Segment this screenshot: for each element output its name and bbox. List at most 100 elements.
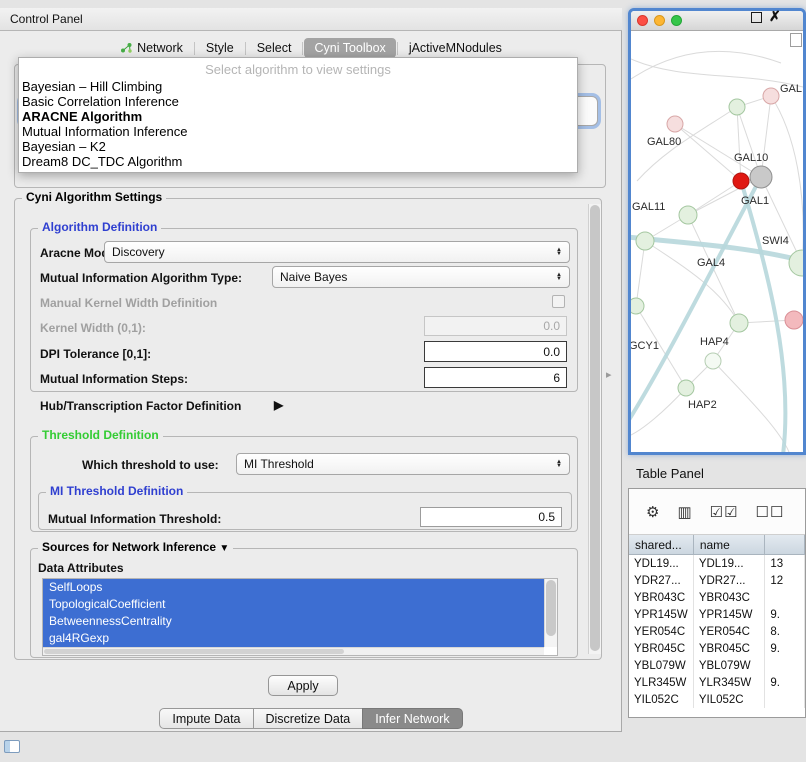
bottom-tab-impute-data[interactable]: Impute Data bbox=[159, 708, 253, 729]
table-cell bbox=[765, 657, 805, 674]
graph-node[interactable] bbox=[631, 298, 644, 314]
graph-node[interactable] bbox=[729, 99, 745, 115]
graph-node-label: GCY1 bbox=[631, 340, 659, 352]
tab-network[interactable]: Network bbox=[110, 38, 193, 58]
algorithm-option[interactable]: Dream8 DC_TDC Algorithm bbox=[19, 154, 577, 169]
tab-style[interactable]: Style bbox=[196, 38, 244, 58]
table-row[interactable]: YPR145WYPR145W9. bbox=[629, 606, 805, 623]
algorithm-popup-prompt: Select algorithm to view settings bbox=[19, 61, 577, 79]
graph-node[interactable] bbox=[679, 206, 697, 224]
apply-button[interactable]: Apply bbox=[268, 675, 338, 696]
mi-steps-input[interactable] bbox=[424, 367, 567, 388]
graph-node[interactable] bbox=[678, 380, 694, 396]
attribute-item[interactable]: SelfLoops bbox=[43, 579, 544, 596]
graph-node[interactable] bbox=[636, 232, 654, 250]
graph-node[interactable] bbox=[785, 311, 803, 329]
which-threshold-select[interactable]: MI Threshold ▲▼ bbox=[236, 453, 570, 475]
graph-edge-highlighted bbox=[741, 181, 785, 452]
table-row[interactable]: YBL079WYBL079W bbox=[629, 657, 805, 674]
table-row[interactable]: YDR27...YDR27...12 bbox=[629, 572, 805, 589]
aracne-mode-select[interactable]: Discovery ▲▼ bbox=[104, 241, 570, 263]
mi-steps-label: Mutual Information Steps: bbox=[40, 372, 188, 386]
threshold-group-title: Threshold Definition bbox=[38, 429, 163, 442]
table-cell: YBR043C bbox=[629, 589, 694, 606]
mi-type-select[interactable]: Naive Bayes ▲▼ bbox=[272, 266, 570, 288]
graph-node-label: GAL10 bbox=[734, 152, 768, 164]
attribute-list-vscrollbar[interactable] bbox=[544, 579, 557, 647]
dpi-tolerance-input[interactable] bbox=[424, 341, 567, 362]
algorithm-option[interactable]: Bayesian – Hill Climbing bbox=[19, 79, 577, 94]
manual-kernel-checkbox[interactable] bbox=[552, 295, 565, 308]
bottom-tab-infer-network[interactable]: Infer Network bbox=[362, 708, 462, 729]
columns-icon[interactable]: ▥ bbox=[677, 503, 692, 521]
select-all-columns-icon[interactable]: ☑☑ bbox=[710, 503, 739, 521]
panel-splitter-arrow[interactable]: ▸ bbox=[606, 368, 612, 381]
graph-edge bbox=[631, 388, 686, 435]
table-cell: 8. bbox=[765, 623, 805, 640]
tab-cyni-toolbox[interactable]: Cyni Toolbox bbox=[304, 38, 395, 58]
table-row[interactable]: YBR043CYBR043C bbox=[629, 589, 805, 606]
table-row[interactable]: YLR345WYLR345W9. bbox=[629, 674, 805, 691]
gear-icon[interactable]: ⚙ bbox=[646, 503, 660, 521]
table-cell bbox=[765, 691, 805, 708]
graph-node[interactable] bbox=[667, 116, 683, 132]
algorithm-option[interactable]: Mutual Information Inference bbox=[19, 124, 577, 139]
close-icon[interactable]: ✗ bbox=[769, 8, 781, 25]
graph-node[interactable] bbox=[763, 88, 779, 104]
control-panel-titlebar[interactable]: Control Panel bbox=[0, 8, 622, 31]
hub-definition-label[interactable]: Hub/Transcription Factor Definition bbox=[40, 399, 241, 413]
hub-collapse-icon[interactable]: ▶ bbox=[274, 398, 283, 412]
close-traffic-light[interactable] bbox=[637, 15, 648, 26]
table-header-cell[interactable] bbox=[765, 535, 805, 554]
table-toolbar: ⚙ ▥ ☑☑ ☐☐ bbox=[629, 489, 805, 535]
kernel-width-input[interactable] bbox=[424, 316, 567, 336]
table-row[interactable]: YIL052CYIL052C bbox=[629, 691, 805, 708]
table-cell: YIL052C bbox=[629, 691, 694, 708]
network-canvas[interactable]: GALGAL80GAL10GAL11GAL1SWI4GAL4GCY1HAP4HA… bbox=[631, 31, 803, 452]
sources-group-title[interactable]: Sources for Network Inference ▼ bbox=[38, 541, 233, 555]
settings-scrollbar-thumb[interactable] bbox=[590, 205, 600, 651]
docked-window-icon[interactable] bbox=[4, 740, 20, 753]
tab-jactivemnodules[interactable]: jActiveMNodules bbox=[399, 38, 512, 58]
attribute-list-hscrollbar[interactable] bbox=[43, 647, 544, 655]
table-row[interactable]: YBR045CYBR045C9. bbox=[629, 640, 805, 657]
graph-node-label: GAL1 bbox=[741, 195, 769, 207]
attribute-item[interactable]: BetweennessCentrality bbox=[43, 613, 544, 630]
deselect-all-columns-icon[interactable]: ☐☐ bbox=[756, 503, 785, 521]
table-header-cell[interactable]: name bbox=[694, 535, 766, 554]
mi-threshold-input[interactable] bbox=[420, 507, 562, 527]
combo-arrows-icon: ▲▼ bbox=[556, 248, 562, 257]
minimize-traffic-light[interactable] bbox=[654, 15, 665, 26]
graph-node[interactable] bbox=[733, 173, 749, 189]
data-attributes-label: Data Attributes bbox=[38, 561, 124, 575]
graph-node[interactable] bbox=[730, 314, 748, 332]
table-row[interactable]: YDL19...YDL19...13 bbox=[629, 555, 805, 572]
algorithm-option[interactable]: Bayesian – K2 bbox=[19, 139, 577, 154]
graph-node[interactable] bbox=[750, 166, 772, 188]
table-cell: YBR045C bbox=[629, 640, 694, 657]
bottom-tab-discretize-data[interactable]: Discretize Data bbox=[253, 708, 364, 729]
data-attributes-items: SelfLoopsTopologicalCoefficientBetweenne… bbox=[43, 579, 544, 647]
dpi-tolerance-label: DPI Tolerance [0,1]: bbox=[40, 347, 151, 361]
table-row[interactable]: YER054CYER054C8. bbox=[629, 623, 805, 640]
settings-scrollbar[interactable] bbox=[588, 204, 601, 654]
table-header-cell[interactable]: shared... bbox=[629, 535, 694, 554]
algorithm-option[interactable]: ARACNE Algorithm bbox=[19, 109, 577, 124]
table-cell: YDL19... bbox=[694, 555, 766, 572]
sources-collapse-icon[interactable]: ▼ bbox=[219, 543, 229, 554]
graph-node[interactable] bbox=[705, 353, 721, 369]
network-scroll-corner[interactable] bbox=[790, 33, 802, 47]
algorithm-option[interactable]: Basic Correlation Inference bbox=[19, 94, 577, 109]
tab-select[interactable]: Select bbox=[247, 38, 302, 58]
which-threshold-label: Which threshold to use: bbox=[82, 458, 219, 472]
mi-type-value: Naive Bayes bbox=[280, 270, 347, 284]
float-window-icon[interactable] bbox=[751, 12, 762, 23]
graph-node[interactable] bbox=[789, 250, 803, 276]
network-view-window: GALGAL80GAL10GAL11GAL1SWI4GAL4GCY1HAP4HA… bbox=[628, 8, 806, 455]
table-cell: YLR345W bbox=[694, 674, 766, 691]
table-cell: YDL19... bbox=[629, 555, 694, 572]
attribute-item[interactable]: gal4RGexp bbox=[43, 630, 544, 647]
attribute-item[interactable]: TopologicalCoefficient bbox=[43, 596, 544, 613]
graph-node-label: GAL11 bbox=[632, 201, 665, 213]
zoom-traffic-light[interactable] bbox=[671, 15, 682, 26]
